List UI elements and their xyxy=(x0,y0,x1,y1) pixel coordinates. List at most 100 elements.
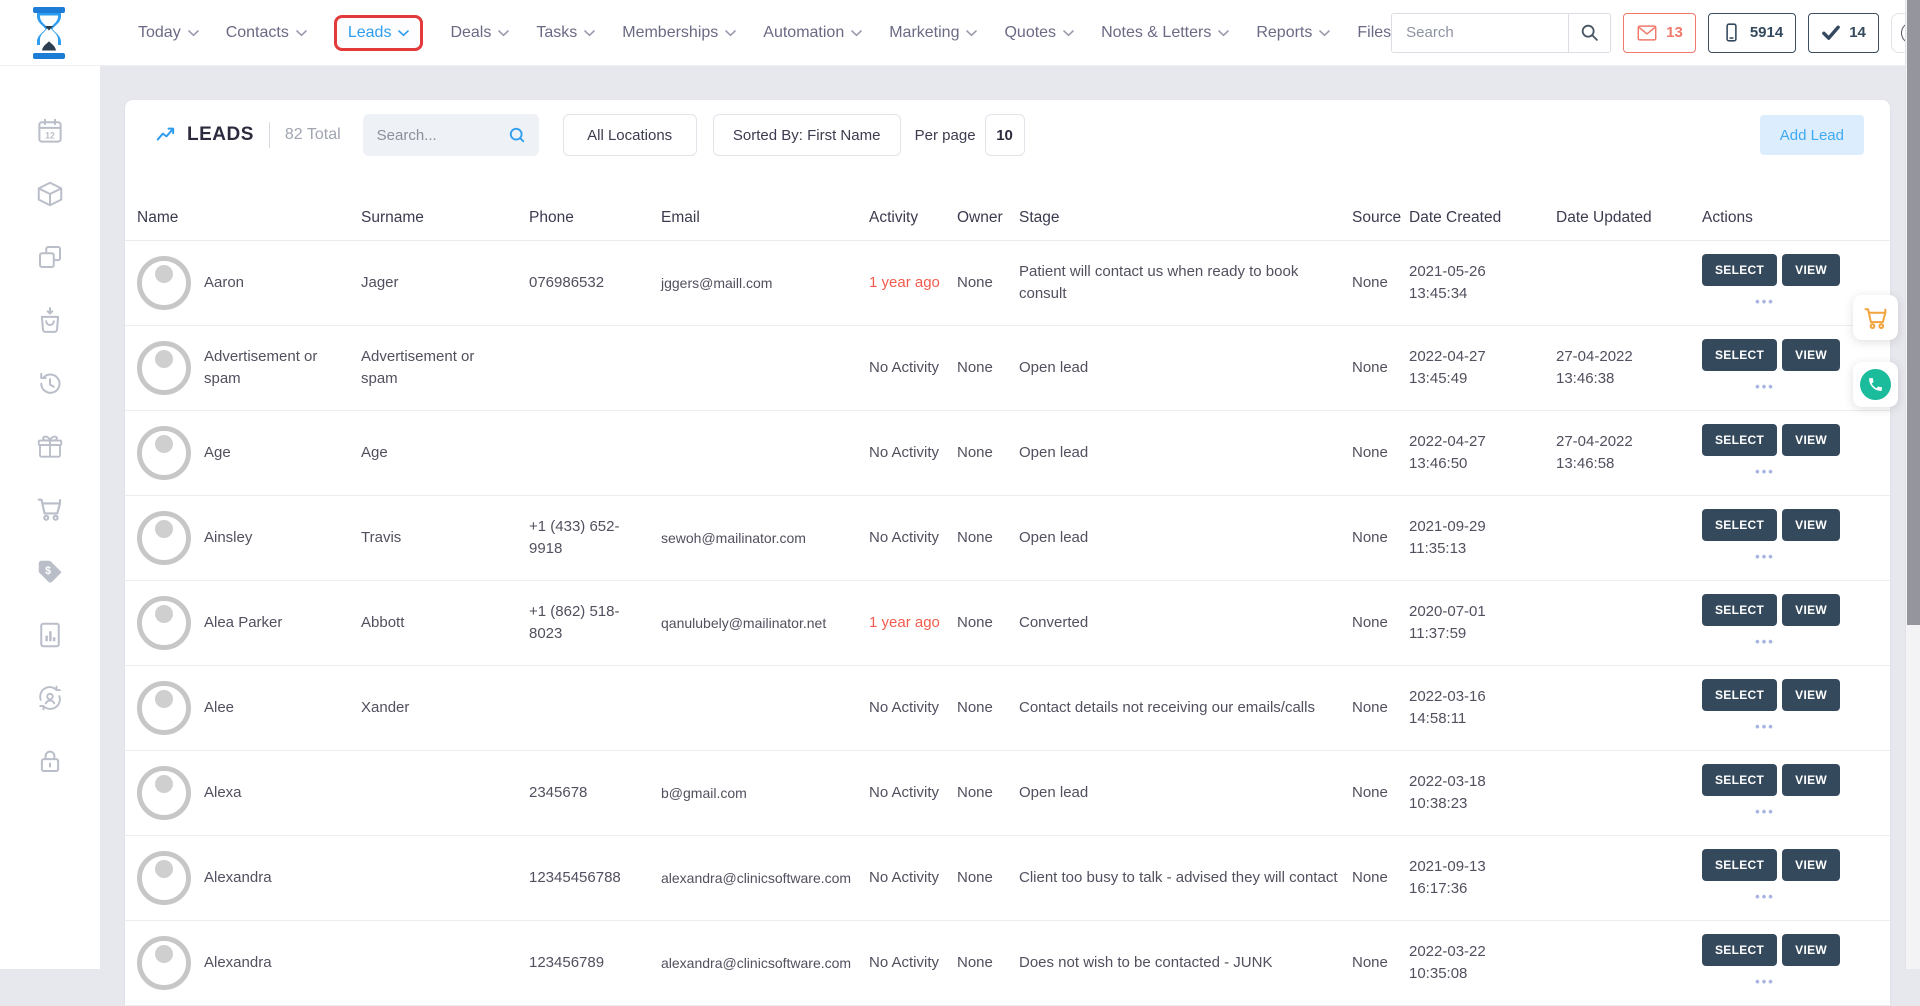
sidebar-item-package[interactable] xyxy=(33,177,67,211)
lead-date-updated xyxy=(1556,836,1702,920)
more-actions-button[interactable]: ••• xyxy=(1702,633,1828,652)
view-button[interactable]: VIEW xyxy=(1782,424,1840,456)
more-actions-button[interactable]: ••• xyxy=(1702,293,1828,312)
more-actions-button[interactable]: ••• xyxy=(1702,888,1828,907)
avatar-placeholder xyxy=(137,426,191,480)
lead-name: Advertisement or spam xyxy=(204,346,347,390)
tasks-button[interactable]: 14 xyxy=(1808,13,1879,53)
view-button[interactable]: VIEW xyxy=(1782,594,1840,626)
lead-activity: No Activity xyxy=(869,666,957,750)
left-sidebar xyxy=(0,66,100,969)
nav-item-deals[interactable]: Deals xyxy=(450,24,509,42)
more-actions-button[interactable]: ••• xyxy=(1702,803,1828,822)
sidebar-item-lock[interactable] xyxy=(33,744,67,778)
mail-notifications-button[interactable]: 13 xyxy=(1623,13,1696,53)
lead-stage: Open lead xyxy=(1019,496,1352,580)
view-button[interactable]: VIEW xyxy=(1782,339,1840,371)
sidebar-item-gift[interactable] xyxy=(33,429,67,463)
select-button[interactable]: SELECT xyxy=(1702,509,1777,541)
lead-name: Alexandra xyxy=(204,867,272,889)
more-actions-button[interactable]: ••• xyxy=(1702,548,1828,567)
sidebar-item-report[interactable] xyxy=(33,618,67,652)
location-filter-select[interactable]: All Locations xyxy=(563,114,697,156)
more-actions-button[interactable]: ••• xyxy=(1702,463,1828,482)
nav-item-quotes[interactable]: Quotes xyxy=(1004,24,1074,42)
nav-item-automation[interactable]: Automation xyxy=(763,24,862,42)
view-button[interactable]: VIEW xyxy=(1782,764,1840,796)
select-button[interactable]: SELECT xyxy=(1702,254,1777,286)
sidebar-item-cart[interactable] xyxy=(33,492,67,526)
nav-item-leads[interactable]: Leads xyxy=(334,15,424,51)
more-actions-button[interactable]: ••• xyxy=(1702,378,1828,397)
lead-name: Alexandra xyxy=(204,952,272,974)
quick-call-button[interactable] xyxy=(1853,362,1898,407)
search-icon[interactable] xyxy=(507,125,527,145)
quick-cart-button[interactable] xyxy=(1853,295,1898,340)
lead-date-updated xyxy=(1556,241,1702,325)
lead-phone: 076986532 xyxy=(529,241,661,325)
per-page-select[interactable]: 10 xyxy=(985,114,1025,156)
sidebar-item-calendar[interactable] xyxy=(33,114,67,148)
more-actions-button[interactable]: ••• xyxy=(1702,718,1828,737)
chevron-down-icon xyxy=(498,30,509,37)
mail-count: 13 xyxy=(1666,24,1683,41)
global-search xyxy=(1391,13,1611,53)
nav-item-files[interactable]: Files xyxy=(1357,24,1391,42)
lead-stage: Client too busy to talk - advised they w… xyxy=(1019,836,1352,920)
nav-item-tasks[interactable]: Tasks xyxy=(536,24,595,42)
more-actions-button[interactable]: ••• xyxy=(1702,973,1828,992)
lead-source: None xyxy=(1352,411,1409,495)
select-button[interactable]: SELECT xyxy=(1702,339,1777,371)
calls-button[interactable]: 5914 xyxy=(1708,13,1796,53)
select-button[interactable]: SELECT xyxy=(1702,679,1777,711)
view-button[interactable]: VIEW xyxy=(1782,254,1840,286)
sidebar-item-bag[interactable] xyxy=(33,303,67,337)
select-button[interactable]: SELECT xyxy=(1702,594,1777,626)
select-button[interactable]: SELECT xyxy=(1702,424,1777,456)
lead-email: qanulubely@mailinator.net xyxy=(661,581,869,665)
avatar-placeholder xyxy=(137,341,191,395)
nav-item-today[interactable]: Today xyxy=(138,24,199,42)
table-row: Alexandra 12345456788 alexandra@clinicso… xyxy=(125,836,1890,921)
sort-filter-select[interactable]: Sorted By: First Name xyxy=(713,114,901,156)
view-button[interactable]: VIEW xyxy=(1782,679,1840,711)
page-scrollbar xyxy=(1905,0,1920,969)
lead-name: Alee xyxy=(204,697,234,719)
nav-item-marketing[interactable]: Marketing xyxy=(889,24,977,42)
lead-phone: 2345678 xyxy=(529,751,661,835)
sidebar-item-history[interactable] xyxy=(33,366,67,400)
scrollbar-thumb[interactable] xyxy=(1907,0,1920,625)
view-button[interactable]: VIEW xyxy=(1782,934,1840,966)
sidebar-item-price-tag[interactable] xyxy=(33,555,67,589)
nav-item-memberships[interactable]: Memberships xyxy=(622,24,736,42)
select-button[interactable]: SELECT xyxy=(1702,764,1777,796)
select-button[interactable]: SELECT xyxy=(1702,849,1777,881)
lead-stage: Contact details not receiving our emails… xyxy=(1019,666,1352,750)
lead-activity: No Activity xyxy=(869,921,957,1005)
app-logo-icon[interactable] xyxy=(26,6,72,60)
nav-item-notes-letters[interactable]: Notes & Letters xyxy=(1101,24,1229,42)
main-nav: Today Contacts Leads Deals Tasks Members… xyxy=(138,15,1391,51)
nav-item-reports[interactable]: Reports xyxy=(1256,24,1330,42)
view-button[interactable]: VIEW xyxy=(1782,849,1840,881)
sidebar-item-customer[interactable] xyxy=(33,681,67,715)
lead-date-created: 2021-05-26 13:45:34 xyxy=(1409,241,1556,325)
lead-name: Alea Parker xyxy=(204,612,282,634)
global-search-button[interactable] xyxy=(1568,14,1610,52)
global-search-input[interactable] xyxy=(1392,14,1568,52)
select-button[interactable]: SELECT xyxy=(1702,934,1777,966)
duplicate-icon xyxy=(35,242,65,272)
sidebar-item-duplicate[interactable] xyxy=(33,240,67,274)
lead-date-updated xyxy=(1556,581,1702,665)
column-header-stage: Stage xyxy=(1019,196,1352,240)
nav-item-contacts[interactable]: Contacts xyxy=(226,24,307,42)
lead-surname: Age xyxy=(361,411,529,495)
lead-stage: Open lead xyxy=(1019,411,1352,495)
leads-search-input[interactable] xyxy=(377,127,507,144)
column-header-date-created: Date Created xyxy=(1409,196,1556,240)
view-button[interactable]: VIEW xyxy=(1782,509,1840,541)
add-lead-button[interactable]: Add Lead xyxy=(1760,115,1864,155)
lead-activity: No Activity xyxy=(869,326,957,410)
phone-circle xyxy=(1860,369,1891,400)
chevron-down-icon xyxy=(296,30,307,37)
